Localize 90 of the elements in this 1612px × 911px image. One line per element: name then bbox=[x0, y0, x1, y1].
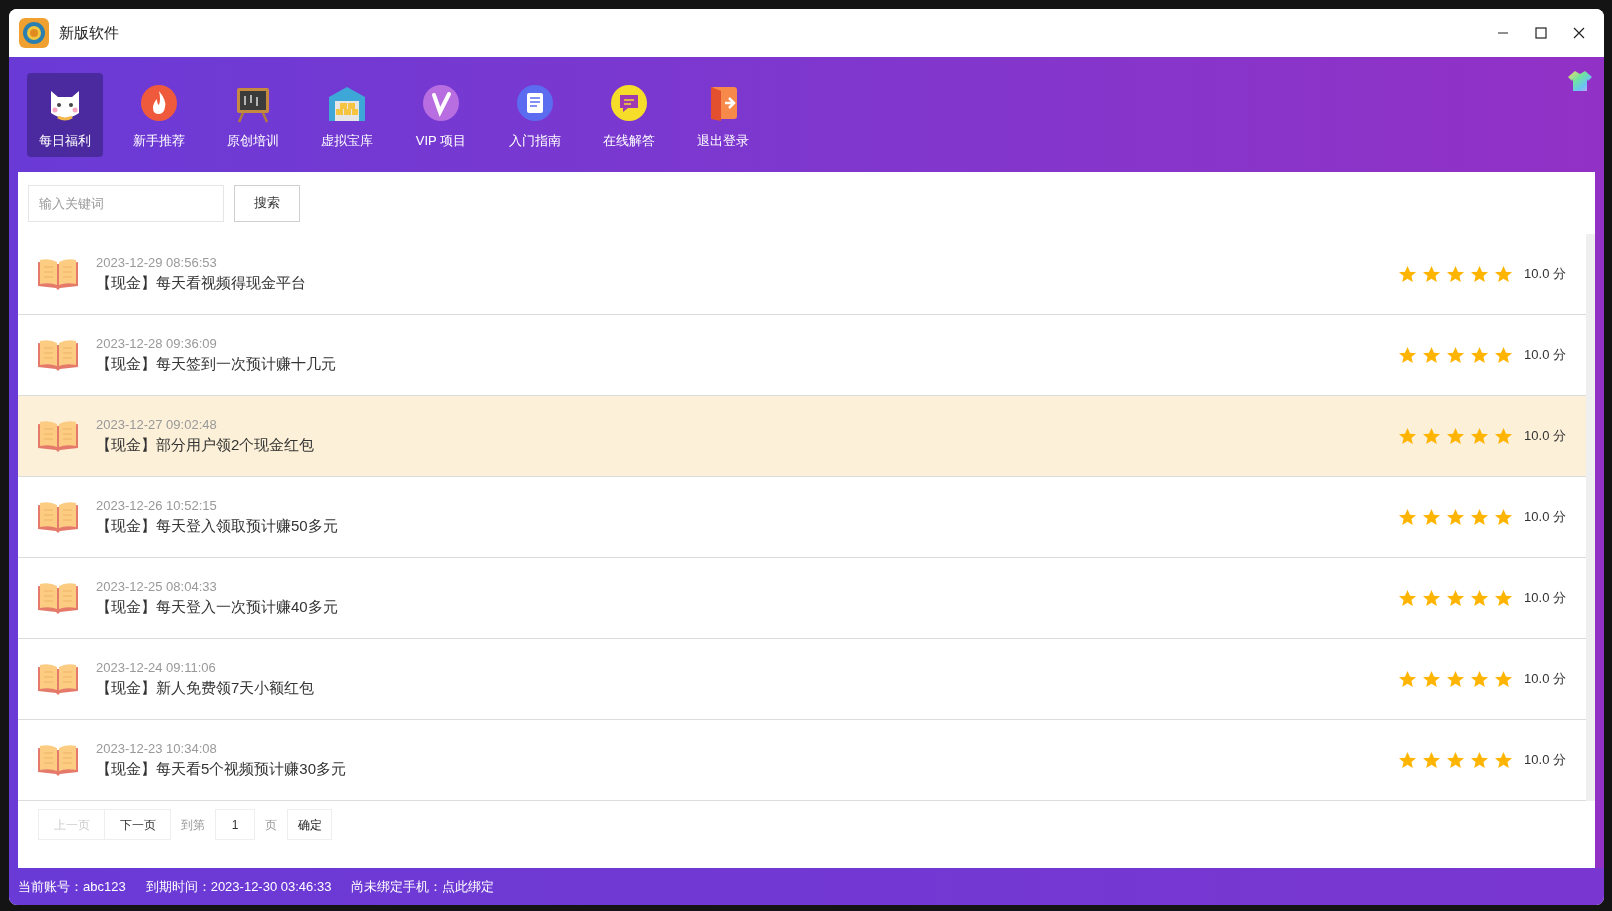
star-icon bbox=[1470, 345, 1490, 365]
score-text: 10.0 分 bbox=[1524, 427, 1566, 446]
star-icon bbox=[1470, 588, 1490, 608]
search-field[interactable]: 输入关键词 bbox=[28, 184, 224, 222]
star-icon bbox=[1422, 345, 1442, 365]
item-title[interactable]: 【现金】每天登入领取预计赚50多元 bbox=[96, 515, 338, 537]
book-icon bbox=[38, 501, 78, 533]
star-icon bbox=[1446, 426, 1466, 446]
star-icon bbox=[1470, 426, 1490, 446]
star-icon bbox=[1422, 588, 1442, 608]
book-icon bbox=[38, 582, 78, 614]
star-icon bbox=[1422, 750, 1442, 770]
page-suffix-label: 页 bbox=[265, 816, 277, 834]
star-icon bbox=[1494, 750, 1514, 770]
list-row[interactable]: 2023-12-27 09:02:48 【现金】部分用户领2个现金红包 10.0 分 bbox=[18, 396, 1586, 477]
star-icon bbox=[1446, 669, 1466, 689]
app-logo-icon bbox=[19, 18, 49, 48]
star-icon bbox=[1398, 588, 1418, 608]
item-title[interactable]: 【现金】每天看视频得现金平台 bbox=[96, 272, 306, 294]
star-icon bbox=[1422, 264, 1442, 284]
score-text: 10.0 分 bbox=[1524, 508, 1566, 527]
nav-tab[interactable]: VIP 项目 bbox=[403, 72, 479, 157]
item-title[interactable]: 【现金】新人免费领7天小额红包 bbox=[96, 677, 315, 699]
star-icon bbox=[1398, 750, 1418, 770]
v-badge-icon bbox=[421, 82, 461, 123]
book-icon bbox=[38, 744, 78, 776]
item-date: 2023-12-27 09:02:48 bbox=[96, 416, 218, 434]
star-icon bbox=[1494, 264, 1514, 284]
book-icon bbox=[38, 339, 78, 371]
nav-tab[interactable]: 原创培训 bbox=[215, 72, 291, 157]
star-icon bbox=[1446, 507, 1466, 527]
item-date: 2023-12-25 08:04:33 bbox=[96, 578, 218, 596]
item-title[interactable]: 【现金】每天签到一次预计赚十几元 bbox=[96, 353, 336, 375]
status-text: 当前账号：abc123 bbox=[18, 877, 126, 896]
confirm-button[interactable]: 确定 bbox=[287, 809, 332, 840]
star-icon bbox=[1446, 588, 1466, 608]
goto-label: 到第 bbox=[181, 816, 205, 834]
score-text: 10.0 分 bbox=[1524, 346, 1566, 365]
nav-tab[interactable]: 退出登录 bbox=[685, 72, 761, 157]
book-icon bbox=[38, 258, 78, 290]
star-icon bbox=[1398, 669, 1418, 689]
theme-shirt-icon[interactable] bbox=[1568, 71, 1592, 91]
item-title[interactable]: 【现金】每天登入一次预计赚40多元 bbox=[96, 596, 338, 618]
item-date: 2023-12-26 10:52:15 bbox=[96, 497, 218, 515]
star-icon bbox=[1446, 750, 1466, 770]
item-date: 2023-12-23 10:34:08 bbox=[96, 740, 218, 758]
document-icon bbox=[515, 82, 555, 123]
nav-tab[interactable]: 每日福利 bbox=[27, 72, 103, 157]
item-title[interactable]: 【现金】每天看5个视频预计赚30多元 bbox=[96, 758, 347, 780]
star-icon bbox=[1398, 345, 1418, 365]
star-icon bbox=[1494, 507, 1514, 527]
star-icon bbox=[1446, 345, 1466, 365]
status-text: 尚未绑定手机：点此绑定 bbox=[351, 877, 495, 896]
nav-tab[interactable]: 在线解答 bbox=[591, 72, 667, 157]
score-text: 10.0 分 bbox=[1524, 265, 1566, 284]
page-number-field[interactable]: 1 bbox=[215, 809, 255, 840]
score-text: 10.0 分 bbox=[1524, 751, 1566, 770]
status-text: 到期时间：2023-12-30 03:46:33 bbox=[145, 877, 332, 896]
star-icon bbox=[1494, 588, 1514, 608]
star-icon bbox=[1446, 264, 1466, 284]
scrollbar[interactable] bbox=[1586, 234, 1595, 801]
item-date: 2023-12-24 09:11:06 bbox=[96, 659, 217, 677]
flame-icon bbox=[139, 82, 179, 123]
star-icon bbox=[1470, 264, 1490, 284]
item-title[interactable]: 【现金】部分用户领2个现金红包 bbox=[96, 434, 315, 456]
item-date: 2023-12-29 08:56:53 bbox=[96, 254, 218, 272]
star-icon bbox=[1422, 426, 1442, 446]
nav-tab[interactable]: 入门指南 bbox=[497, 72, 573, 157]
score-text: 10.0 分 bbox=[1524, 670, 1566, 689]
nav-tab[interactable]: 虚拟宝库 bbox=[309, 72, 385, 157]
star-icon bbox=[1470, 750, 1490, 770]
star-icon bbox=[1398, 507, 1418, 527]
star-icon bbox=[1470, 669, 1490, 689]
score-text: 10.0 分 bbox=[1524, 589, 1566, 608]
star-icon bbox=[1494, 669, 1514, 689]
star-icon bbox=[1422, 669, 1442, 689]
star-icon bbox=[1470, 507, 1490, 527]
window-title: 新版软件 bbox=[59, 22, 119, 43]
book-icon bbox=[38, 420, 78, 452]
next-page-button[interactable]: 下一页 bbox=[104, 809, 171, 840]
item-date: 2023-12-28 09:36:09 bbox=[96, 335, 218, 353]
star-icon bbox=[1494, 426, 1514, 446]
star-icon bbox=[1398, 426, 1418, 446]
chat-icon bbox=[609, 82, 649, 123]
book-icon bbox=[38, 663, 78, 695]
nav-tab[interactable]: 新手推荐 bbox=[121, 72, 197, 157]
star-icon bbox=[1422, 507, 1442, 527]
star-icon bbox=[1398, 264, 1418, 284]
star-icon bbox=[1494, 345, 1514, 365]
search-button[interactable]: 搜索 bbox=[234, 184, 300, 222]
